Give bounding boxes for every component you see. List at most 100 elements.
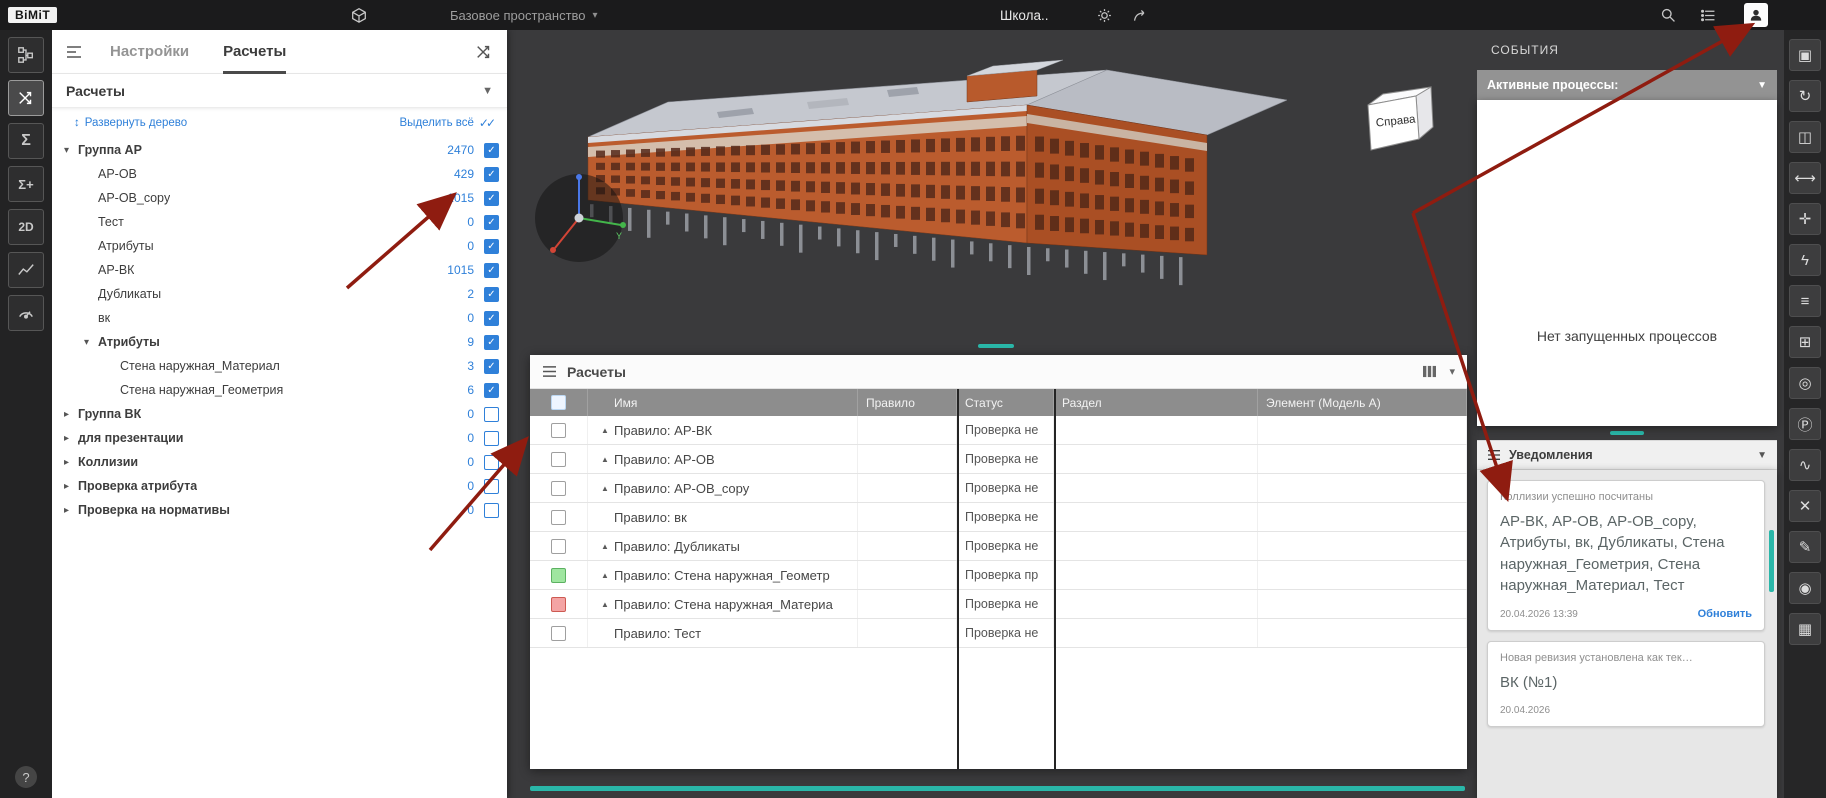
- app-logo[interactable]: BiMiT: [8, 0, 57, 30]
- building-model[interactable]: [567, 50, 1287, 380]
- column-header-status[interactable]: Статус: [957, 389, 1054, 416]
- edit-icon[interactable]: ✎: [1789, 531, 1821, 563]
- table-row[interactable]: ▲Правило: Стена наружная_ГеометрПроверка…: [530, 561, 1467, 590]
- 2d-view-icon[interactable]: 2D: [8, 209, 44, 245]
- tree-item-checkbox[interactable]: ✓: [484, 239, 499, 254]
- table-menu-icon[interactable]: [542, 365, 557, 378]
- active-processes-header[interactable]: Активные процессы: ▼: [1477, 70, 1777, 100]
- view-cube[interactable]: Справа: [1352, 75, 1442, 165]
- measure-icon[interactable]: ⟷: [1789, 162, 1821, 194]
- parking-icon[interactable]: Ⓟ: [1789, 408, 1821, 440]
- table-row[interactable]: ▲Правило: АР-ОВПроверка не: [530, 445, 1467, 474]
- calculations-section-header[interactable]: Расчеты ▼: [52, 74, 507, 108]
- table-row[interactable]: Правило: ТестПроверка не: [530, 619, 1467, 648]
- move-icon[interactable]: ✛: [1789, 203, 1821, 235]
- collapse-row-icon[interactable]: ▲: [596, 571, 614, 580]
- chevron-right-icon[interactable]: ▸: [64, 505, 78, 516]
- columns-icon[interactable]: [1422, 365, 1437, 378]
- row-checkbox[interactable]: [551, 597, 566, 612]
- tree-item[interactable]: Стена наружная_Материал3✓: [52, 354, 507, 378]
- column-header-name[interactable]: Имя: [588, 389, 858, 416]
- notification-action-link[interactable]: Обновить: [1698, 608, 1752, 620]
- user-icon[interactable]: [1744, 3, 1768, 27]
- tree-item-checkbox[interactable]: ✓: [484, 215, 499, 230]
- share-icon[interactable]: [1132, 0, 1149, 30]
- tree-item[interactable]: Атрибуты0✓: [52, 234, 507, 258]
- clash-tool-icon[interactable]: [8, 80, 44, 116]
- events-resize-handle[interactable]: [1477, 426, 1777, 440]
- chevron-right-icon[interactable]: ▸: [64, 457, 78, 468]
- tree-item-checkbox[interactable]: ✓: [484, 311, 499, 326]
- sum-add-tool-icon[interactable]: Σ+: [8, 166, 44, 202]
- close-tool-icon[interactable]: ✕: [1789, 490, 1821, 522]
- layers-icon[interactable]: ◫: [1789, 121, 1821, 153]
- orbit-icon[interactable]: ↻: [1789, 80, 1821, 112]
- row-checkbox[interactable]: [551, 481, 566, 496]
- row-checkbox[interactable]: [551, 568, 566, 583]
- column-divider[interactable]: [957, 389, 959, 769]
- row-checkbox[interactable]: [551, 510, 566, 525]
- tree-item-checkbox[interactable]: ✓: [484, 287, 499, 302]
- collapse-row-icon[interactable]: ▲: [596, 484, 614, 493]
- model-tree-icon[interactable]: [8, 37, 44, 73]
- notification-card[interactable]: Коллизии успешно посчитаныАР-ВК, АР-ОВ, …: [1487, 480, 1765, 631]
- tree-item[interactable]: ▸для презентации0: [52, 426, 507, 450]
- chevron-down-icon[interactable]: ▾: [84, 337, 98, 348]
- tree-item[interactable]: Стена наружная_Геометрия6✓: [52, 378, 507, 402]
- tab-settings[interactable]: Настройки: [110, 30, 189, 74]
- panel-resize-handle[interactable]: [978, 344, 1014, 348]
- shuffle-icon[interactable]: [475, 43, 493, 61]
- project-icon[interactable]: [350, 0, 368, 30]
- tree-item-checkbox[interactable]: ✓: [484, 263, 499, 278]
- collapse-table-icon[interactable]: ▾: [1449, 365, 1455, 378]
- horizontal-scrollbar[interactable]: [530, 786, 1465, 791]
- column-header-element[interactable]: Элемент (Модель А): [1258, 389, 1467, 416]
- tree-item[interactable]: Тест0✓: [52, 210, 507, 234]
- processes-list-icon[interactable]: [1700, 0, 1717, 30]
- row-checkbox[interactable]: [551, 423, 566, 438]
- eye-icon[interactable]: ◉: [1789, 572, 1821, 604]
- tree-item[interactable]: ▸Проверка атрибута0: [52, 474, 507, 498]
- collapse-row-icon[interactable]: ▲: [596, 600, 614, 609]
- chevron-down-icon[interactable]: ▾: [64, 145, 78, 156]
- tree-item-checkbox[interactable]: [484, 431, 499, 446]
- row-checkbox[interactable]: [551, 626, 566, 641]
- table-row[interactable]: ▲Правило: ДубликатыПроверка не: [530, 532, 1467, 561]
- tree-item[interactable]: АР-ОВ429✓: [52, 162, 507, 186]
- target-icon[interactable]: ◎: [1789, 367, 1821, 399]
- tree-item-checkbox[interactable]: [484, 479, 499, 494]
- chart-tool-icon[interactable]: [8, 252, 44, 288]
- tree-item[interactable]: АР-ВК1015✓: [52, 258, 507, 282]
- grid-icon[interactable]: ⊞: [1789, 326, 1821, 358]
- row-checkbox[interactable]: [551, 452, 566, 467]
- help-icon[interactable]: ?: [15, 766, 37, 788]
- table-row[interactable]: ▲Правило: АР-ОВ_copyПроверка не: [530, 474, 1467, 503]
- tree-item-checkbox[interactable]: ✓: [484, 191, 499, 206]
- panel-menu-icon[interactable]: [66, 45, 82, 59]
- tree-item[interactable]: ▸Группа ВК0: [52, 402, 507, 426]
- tree-item-checkbox[interactable]: ✓: [484, 359, 499, 374]
- gauge-tool-icon[interactable]: [8, 295, 44, 331]
- grid-detail-icon[interactable]: ▦: [1789, 613, 1821, 645]
- tree-item-checkbox[interactable]: [484, 503, 499, 518]
- row-checkbox[interactable]: [551, 539, 566, 554]
- tree-item[interactable]: АР-ОВ_copy1015✓: [52, 186, 507, 210]
- navigation-gizmo[interactable]: Y: [524, 163, 634, 273]
- notifications-scrollbar[interactable]: [1769, 530, 1774, 592]
- table-row[interactable]: Правило: вкПроверка не: [530, 503, 1467, 532]
- select-all-checkbox[interactable]: [551, 395, 566, 410]
- chevron-right-icon[interactable]: ▸: [64, 409, 78, 420]
- column-header-rule[interactable]: Правило: [858, 389, 957, 416]
- tree-item-checkbox[interactable]: [484, 407, 499, 422]
- sum-tool-icon[interactable]: Σ: [8, 123, 44, 159]
- spline-icon[interactable]: ∿: [1789, 449, 1821, 481]
- collapse-row-icon[interactable]: ▲: [596, 455, 614, 464]
- tab-calculations[interactable]: Расчеты: [223, 30, 286, 74]
- notification-card[interactable]: Новая ревизия установлена как тек…ВК (№1…: [1487, 641, 1765, 727]
- expand-tree-link[interactable]: ↕ Развернуть дерево: [74, 117, 187, 129]
- search-icon[interactable]: [1660, 0, 1677, 30]
- notifications-header[interactable]: Уведомления ▼: [1477, 440, 1777, 470]
- tree-item-checkbox[interactable]: ✓: [484, 383, 499, 398]
- section-box-icon[interactable]: ▣: [1789, 39, 1821, 71]
- tree-item-checkbox[interactable]: ✓: [484, 143, 499, 158]
